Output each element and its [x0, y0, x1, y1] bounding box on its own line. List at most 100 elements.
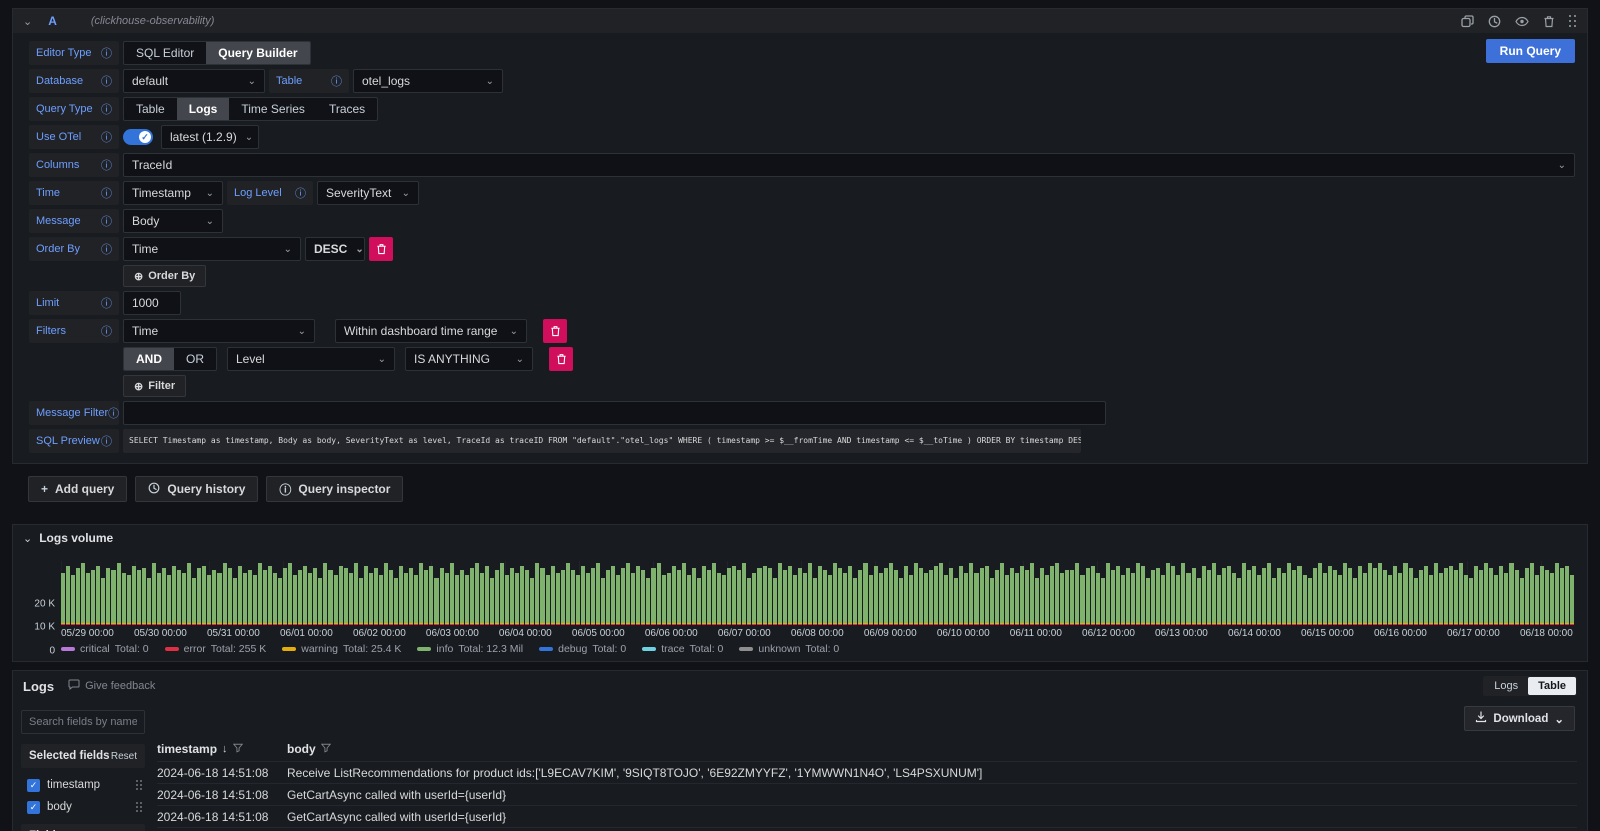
use-otel-toggle[interactable]: ✓: [123, 129, 153, 145]
search-fields-input[interactable]: [21, 710, 145, 734]
filter-icon[interactable]: [321, 742, 331, 756]
volume-bar: [369, 573, 373, 625]
remove-filter2-button[interactable]: [549, 347, 573, 371]
volume-bar: [889, 563, 893, 625]
option-sql-editor[interactable]: SQL Editor: [124, 42, 206, 64]
trash-icon[interactable]: [1543, 15, 1555, 28]
volume-bar: [707, 570, 711, 625]
table-row[interactable]: 2024-06-18 14:51:08Receive ListRecommend…: [157, 761, 1577, 783]
add-query-button[interactable]: + Add query: [28, 476, 127, 502]
field-checkbox[interactable]: ✓: [27, 779, 40, 792]
filter-field-select[interactable]: Time⌄: [123, 319, 315, 343]
order-by-field-select[interactable]: Time⌄: [123, 237, 301, 261]
volume-bar: [354, 563, 358, 625]
volume-bar: [687, 575, 691, 625]
field-checkbox[interactable]: ✓: [27, 801, 40, 814]
option-time-series[interactable]: Time Series: [229, 98, 317, 120]
volume-bar: [591, 568, 595, 625]
option-traces[interactable]: Traces: [317, 98, 377, 120]
info-icon[interactable]: ⓘ: [101, 45, 112, 61]
info-icon[interactable]: ⓘ: [101, 295, 112, 311]
option-or[interactable]: OR: [174, 348, 216, 370]
history-icon[interactable]: [1488, 15, 1501, 28]
volume-bar: [838, 568, 842, 625]
message-filter-input[interactable]: [123, 401, 1106, 425]
table-row[interactable]: 2024-06-18 14:51:08GetCartAsync called w…: [157, 783, 1577, 805]
filter-range-select[interactable]: Within dashboard time range⌄: [335, 319, 527, 343]
drag-handle-icon[interactable]: [136, 802, 143, 812]
volume-bar: [1494, 575, 1498, 625]
info-icon[interactable]: ⓘ: [331, 73, 342, 89]
table-select[interactable]: otel_logs⌄: [353, 69, 503, 93]
order-direction-select[interactable]: DESC⌄: [305, 237, 365, 261]
reset-fields-button[interactable]: Reset: [111, 751, 137, 762]
volume-bar: [742, 563, 746, 625]
log-level-select[interactable]: SeverityText⌄: [317, 181, 419, 205]
info-icon[interactable]: ⓘ: [101, 157, 112, 173]
legend-item-info[interactable]: infoTotal: 12.3 Mil: [417, 643, 523, 655]
legend-item-trace[interactable]: traceTotal: 0: [642, 643, 723, 655]
option-logs[interactable]: Logs: [1484, 677, 1528, 695]
legend-item-warning[interactable]: warningTotal: 25.4 K: [282, 643, 401, 655]
add-order-by-button[interactable]: ⊕ Order By: [123, 265, 206, 287]
table-row[interactable]: 2024-06-18 14:51:08Receive ListRecommend…: [157, 827, 1577, 831]
legend-item-critical[interactable]: criticalTotal: 0: [61, 643, 149, 655]
table-row[interactable]: 2024-06-18 14:51:08GetCartAsync called w…: [157, 805, 1577, 827]
query-history-button[interactable]: Query history: [135, 476, 258, 502]
remove-order-by-button[interactable]: [369, 237, 393, 261]
legend-item-debug[interactable]: debugTotal: 0: [539, 643, 626, 655]
option-table[interactable]: Table: [124, 98, 177, 120]
info-icon[interactable]: ⓘ: [295, 185, 306, 201]
info-icon[interactable]: ⓘ: [101, 433, 112, 449]
x-tick-label: 06/17 00:00: [1447, 628, 1500, 639]
volume-bar: [535, 563, 539, 625]
info-icon[interactable]: ⓘ: [101, 129, 112, 145]
volume-bar: [556, 573, 560, 625]
option-query-builder[interactable]: Query Builder: [206, 42, 309, 64]
add-filter-button[interactable]: ⊕ Filter: [123, 375, 186, 397]
otel-version-select[interactable]: latest (1.2.9)⌄: [161, 125, 259, 149]
drag-handle-icon[interactable]: [1569, 15, 1577, 27]
info-icon[interactable]: ⓘ: [101, 241, 112, 257]
info-icon[interactable]: ⓘ: [101, 323, 112, 339]
info-icon[interactable]: ⓘ: [101, 185, 112, 201]
logs-volume-chart[interactable]: 20 K10 K0 05/29 00:0005/30 00:0005/31 00…: [27, 561, 1573, 657]
info-icon[interactable]: ⓘ: [101, 213, 112, 229]
run-query-button[interactable]: Run Query: [1486, 39, 1575, 63]
drag-handle-icon[interactable]: [136, 780, 143, 790]
filter2-field-select[interactable]: Level⌄: [227, 347, 395, 371]
eye-icon[interactable]: [1515, 15, 1529, 28]
body-column-header[interactable]: body: [287, 742, 316, 756]
volume-bar: [480, 573, 484, 625]
collapse-chevron-icon[interactable]: ⌄: [23, 532, 32, 545]
time-column-select[interactable]: Timestamp⌄: [123, 181, 223, 205]
query-header: ⌄ A (clickhouse-observability): [13, 9, 1587, 33]
timestamp-column-header[interactable]: timestamp: [157, 742, 217, 756]
y-tick-label: 20 K: [34, 598, 55, 609]
volume-bar: [813, 578, 817, 625]
option-table[interactable]: Table: [1528, 677, 1576, 695]
volume-bar: [424, 570, 428, 625]
limit-input[interactable]: [123, 291, 181, 315]
info-icon[interactable]: ⓘ: [101, 73, 112, 89]
remove-filter-button[interactable]: [543, 319, 567, 343]
collapse-chevron-icon[interactable]: ⌄: [23, 15, 32, 28]
option-logs[interactable]: Logs: [177, 98, 230, 120]
give-feedback-link[interactable]: Give feedback: [68, 679, 155, 693]
filter-icon[interactable]: [233, 742, 243, 756]
columns-multiselect[interactable]: TraceId⌄: [123, 153, 1575, 177]
download-button[interactable]: Download ⌄: [1464, 706, 1575, 731]
database-select[interactable]: default⌄: [123, 69, 265, 93]
copy-icon[interactable]: [1461, 15, 1474, 28]
legend-item-unknown[interactable]: unknownTotal: 0: [739, 643, 839, 655]
sort-desc-icon[interactable]: ↓: [222, 743, 228, 755]
option-and[interactable]: AND: [124, 348, 174, 370]
volume-bar: [874, 566, 878, 625]
query-inspector-button[interactable]: ⓘ Query inspector: [266, 476, 403, 502]
legend-item-error[interactable]: errorTotal: 255 K: [165, 643, 267, 655]
info-icon[interactable]: ⓘ: [108, 405, 119, 421]
volume-bar: [66, 566, 70, 625]
filter2-operator-select[interactable]: IS ANYTHING⌄: [405, 347, 533, 371]
info-icon[interactable]: ⓘ: [101, 101, 112, 117]
message-column-select[interactable]: Body⌄: [123, 209, 223, 233]
